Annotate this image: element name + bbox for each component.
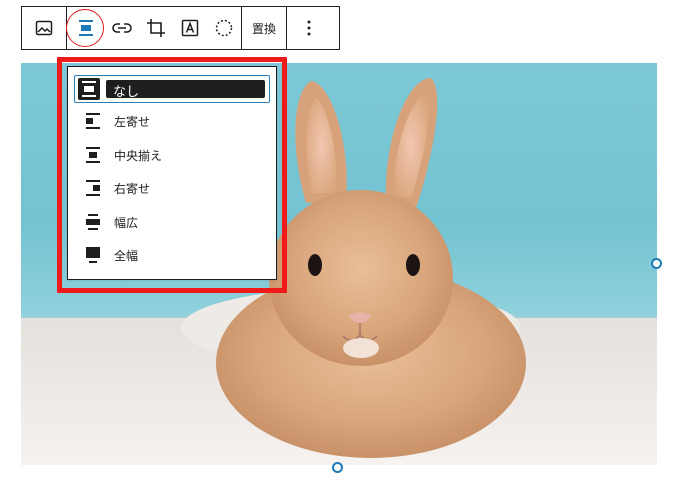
- align-right-icon: [80, 180, 106, 196]
- align-option-left[interactable]: 左寄せ: [74, 107, 270, 135]
- align-option-wide[interactable]: 幅広: [74, 208, 270, 236]
- align-option-none[interactable]: なし: [74, 75, 270, 103]
- align-option-label: 幅広: [114, 215, 139, 230]
- align-full-icon: [80, 247, 106, 263]
- align-button[interactable]: [66, 7, 105, 49]
- align-dropdown-menu: なし 左寄せ 中央揃え 右寄せ 幅広 全幅: [67, 66, 277, 280]
- align-center-icon: [80, 147, 106, 163]
- align-highlight-circle: [66, 9, 104, 47]
- align-option-label: 全幅: [114, 248, 139, 263]
- image-block-button[interactable]: [22, 7, 66, 49]
- crop-icon: [146, 18, 166, 38]
- align-option-center[interactable]: 中央揃え: [74, 141, 270, 169]
- dashed-circle-icon: [215, 19, 233, 37]
- text-overlay-icon: [181, 19, 199, 37]
- align-option-label: 右寄せ: [114, 181, 151, 196]
- resize-handle-bottom[interactable]: [332, 462, 343, 473]
- align-option-full[interactable]: 全幅: [74, 241, 270, 269]
- text-overlay-button[interactable]: [173, 7, 207, 49]
- link-button[interactable]: [105, 7, 139, 49]
- image-icon: [35, 19, 53, 37]
- align-option-label: 中央揃え: [114, 148, 163, 163]
- align-option-label: なし: [113, 85, 140, 100]
- align-wide-icon: [80, 214, 106, 230]
- more-options-button[interactable]: [287, 7, 331, 49]
- align-left-icon: [80, 113, 106, 129]
- align-option-label: 左寄せ: [114, 114, 151, 129]
- replace-button[interactable]: 置換: [242, 7, 286, 49]
- link-icon: [112, 22, 132, 34]
- align-none-icon: [78, 78, 100, 100]
- dashed-circle-button[interactable]: [207, 7, 241, 49]
- more-vertical-icon: [307, 20, 311, 36]
- resize-handle-right[interactable]: [651, 258, 662, 269]
- align-option-right[interactable]: 右寄せ: [74, 174, 270, 202]
- block-toolbar: 置換: [21, 6, 340, 50]
- crop-button[interactable]: [139, 7, 173, 49]
